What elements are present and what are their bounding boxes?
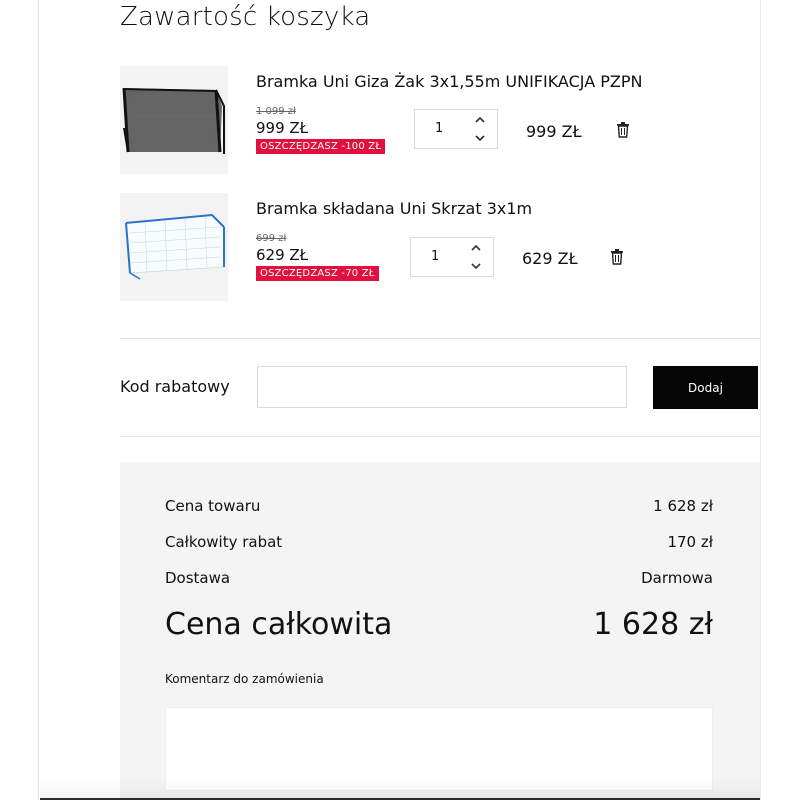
goal-frame-black-icon bbox=[122, 87, 225, 154]
old-price: 1 099 zł bbox=[256, 106, 296, 117]
page-right-border bbox=[760, 0, 761, 800]
subtotal-value: 1 628 zł bbox=[653, 497, 713, 515]
quantity-value[interactable]: 1 bbox=[431, 249, 439, 264]
quantity-stepper[interactable]: 1 bbox=[414, 109, 498, 149]
shipping-value: Darmowa bbox=[641, 569, 713, 587]
bottom-shadow bbox=[40, 778, 760, 800]
quantity-value[interactable]: 1 bbox=[435, 121, 443, 136]
discount-value: 170 zł bbox=[667, 533, 713, 551]
page-left-border bbox=[38, 0, 39, 800]
chevron-up-icon[interactable] bbox=[469, 241, 483, 255]
total-label: Cena całkowita bbox=[165, 607, 393, 642]
line-total: 999 ZŁ bbox=[526, 122, 582, 141]
trash-icon[interactable] bbox=[616, 122, 630, 138]
shipping-label: Dostawa bbox=[165, 569, 231, 587]
total-value: 1 628 zł bbox=[593, 607, 713, 642]
divider bbox=[120, 436, 760, 437]
goal-frame-white-icon bbox=[125, 213, 225, 280]
subtotal-label: Cena towaru bbox=[165, 497, 261, 515]
savings-badge: OSZCZĘDZASZ -70 ZŁ bbox=[256, 266, 379, 281]
trash-icon[interactable] bbox=[610, 249, 624, 265]
page-title: Zawartość koszyka bbox=[120, 2, 371, 32]
product-image[interactable] bbox=[120, 193, 228, 301]
chevron-down-icon[interactable] bbox=[473, 131, 487, 145]
old-price: 699 zł bbox=[256, 233, 287, 244]
promo-code-label: Kod rabatowy bbox=[120, 377, 230, 396]
price: 999 ZŁ bbox=[256, 119, 309, 137]
apply-promo-button[interactable]: Dodaj bbox=[653, 366, 758, 409]
savings-badge: OSZCZĘDZASZ -100 ZŁ bbox=[256, 139, 386, 154]
quantity-stepper[interactable]: 1 bbox=[410, 237, 494, 277]
product-name[interactable]: Bramka Uni Giza Żak 3x1,55m UNIFIKACJA P… bbox=[256, 72, 642, 91]
product-name[interactable]: Bramka składana Uni Skrzat 3x1m bbox=[256, 199, 532, 218]
cart-item: Bramka Uni Giza Żak 3x1,55m UNIFIKACJA P… bbox=[120, 66, 760, 176]
chevron-up-icon[interactable] bbox=[473, 113, 487, 127]
order-comment-label: Komentarz do zamówienia bbox=[165, 672, 324, 686]
chevron-down-icon[interactable] bbox=[469, 259, 483, 273]
cart-item: Bramka składana Uni Skrzat 3x1m 699 zł 6… bbox=[120, 193, 760, 303]
line-total: 629 ZŁ bbox=[522, 249, 578, 268]
discount-label: Całkowity rabat bbox=[165, 533, 283, 551]
order-summary: Cena towaru 1 628 zł Całkowity rabat 170… bbox=[120, 462, 760, 800]
price: 629 ZŁ bbox=[256, 246, 309, 264]
promo-code-input[interactable] bbox=[257, 366, 627, 408]
divider bbox=[120, 338, 760, 339]
product-image[interactable] bbox=[120, 66, 228, 174]
